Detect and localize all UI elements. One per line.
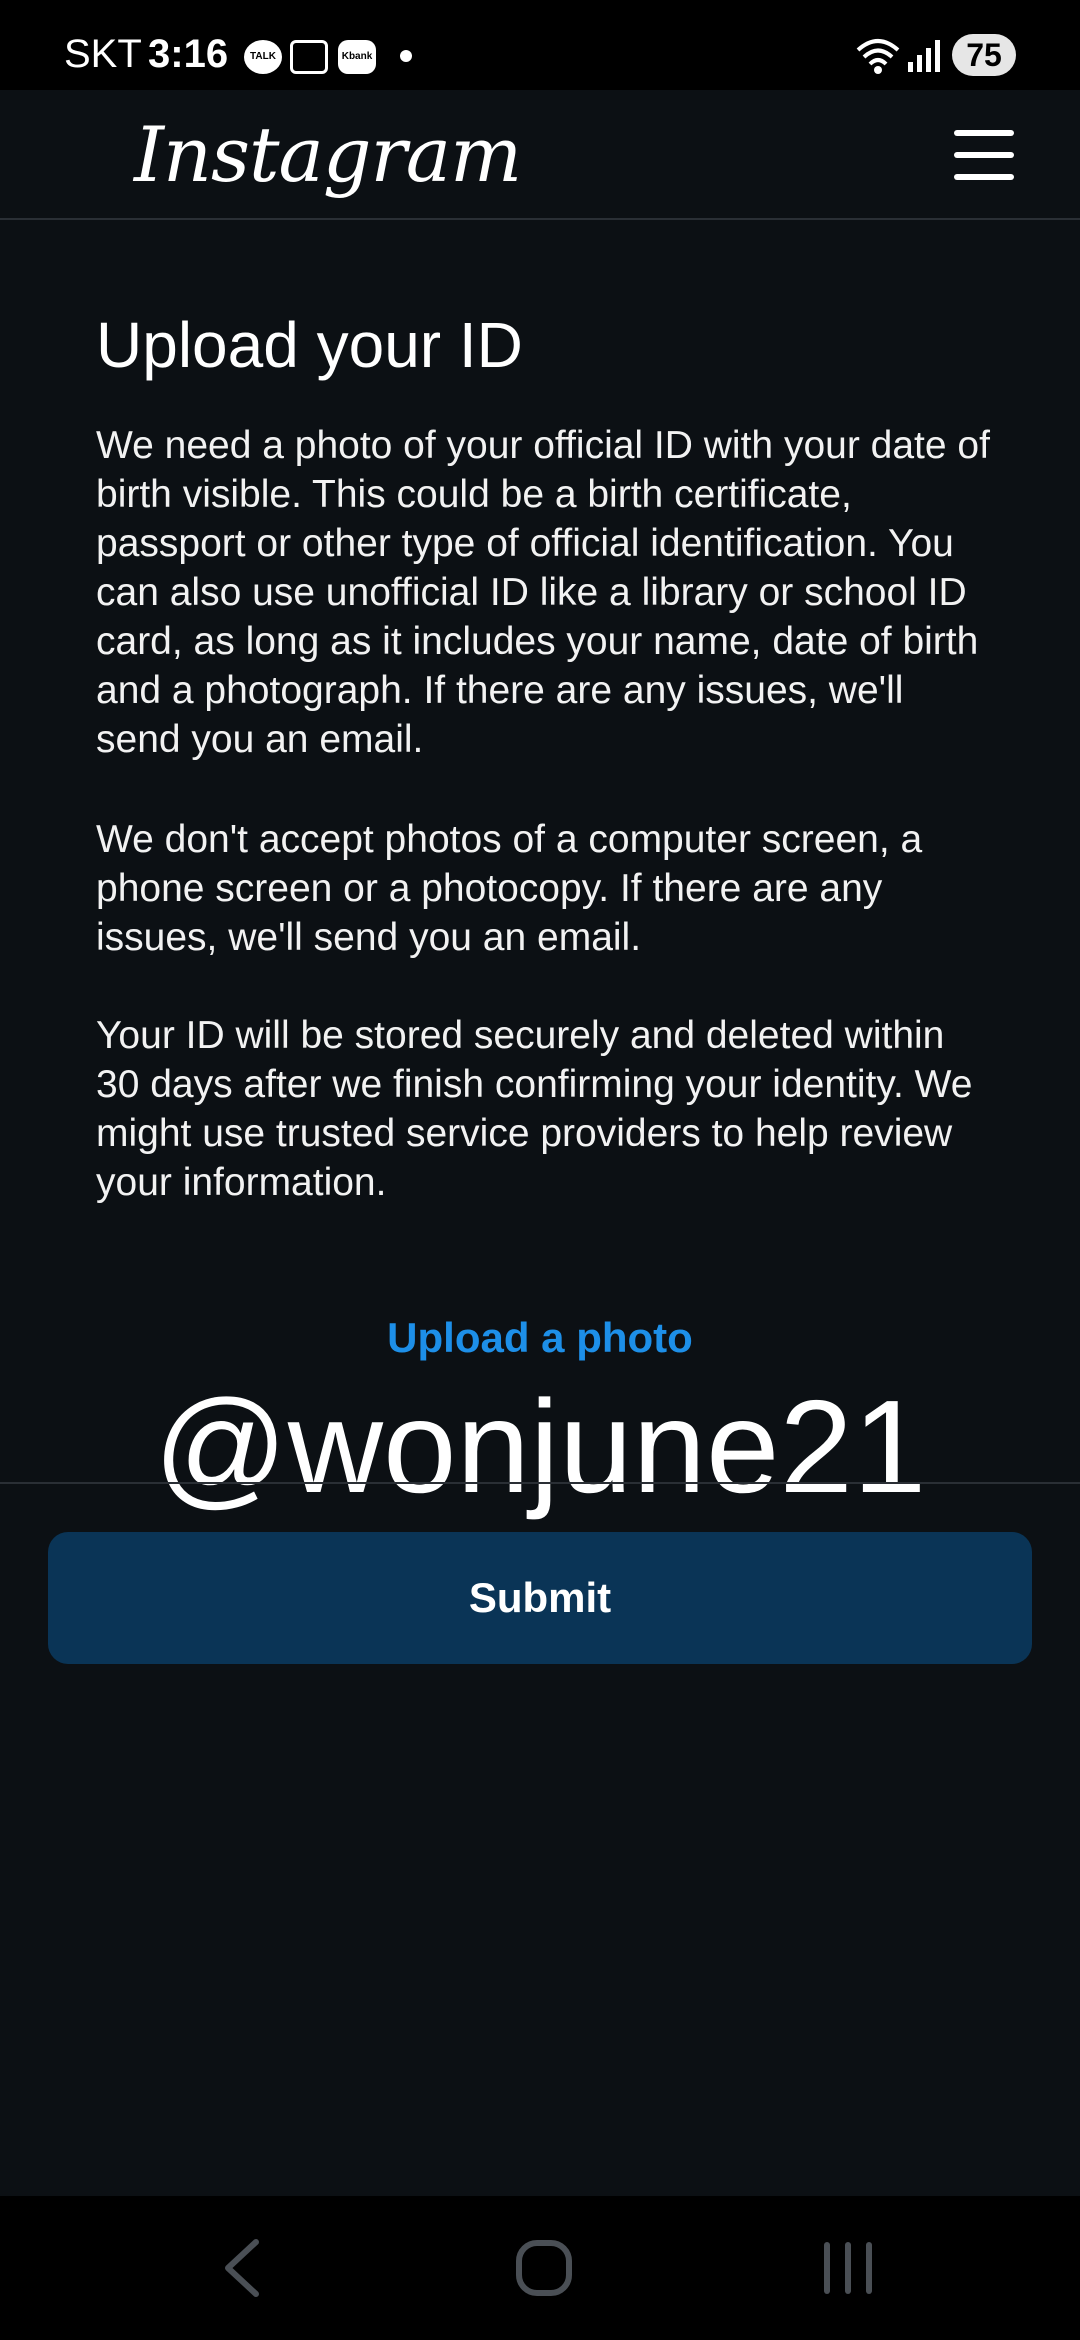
more-notifications-dot-icon bbox=[400, 50, 412, 62]
signal-icon bbox=[908, 40, 940, 72]
instagram-logo[interactable]: Instagram bbox=[134, 110, 522, 200]
system-nav-bar bbox=[0, 2196, 1080, 2340]
carrier-label: SKT bbox=[64, 32, 142, 76]
screenshot-icon bbox=[290, 40, 328, 74]
home-icon[interactable] bbox=[514, 2238, 574, 2298]
upload-photo-link[interactable]: Upload a photo bbox=[0, 1310, 1080, 1366]
wifi-icon bbox=[856, 39, 900, 74]
screen: SKT 3:16 TALK Kbank 75 Instagram Upload … bbox=[0, 0, 1080, 2340]
recent-apps-icon[interactable] bbox=[818, 2238, 878, 2298]
battery-indicator: 75 bbox=[952, 34, 1016, 76]
kbank-icon: Kbank bbox=[338, 40, 376, 74]
divider bbox=[0, 1482, 1080, 1484]
hamburger-menu-icon[interactable] bbox=[952, 126, 1016, 184]
status-bar: SKT 3:16 TALK Kbank 75 bbox=[0, 0, 1080, 90]
username-watermark: @wonjune21 bbox=[153, 1373, 927, 1520]
data-storage-text: Your ID will be stored securely and dele… bbox=[96, 1014, 973, 1204]
page-title: Upload your ID bbox=[96, 309, 523, 381]
app-header: Instagram bbox=[0, 90, 1080, 220]
id-requirements-text: We need a photo of your official ID with… bbox=[96, 424, 990, 761]
submit-button[interactable]: Submit bbox=[48, 1532, 1032, 1664]
photo-restrictions-text: We don't accept photos of a computer scr… bbox=[96, 818, 923, 959]
back-icon[interactable] bbox=[218, 2236, 268, 2300]
clock: 3:16 bbox=[148, 32, 229, 76]
kakaotalk-icon: TALK bbox=[244, 40, 282, 74]
